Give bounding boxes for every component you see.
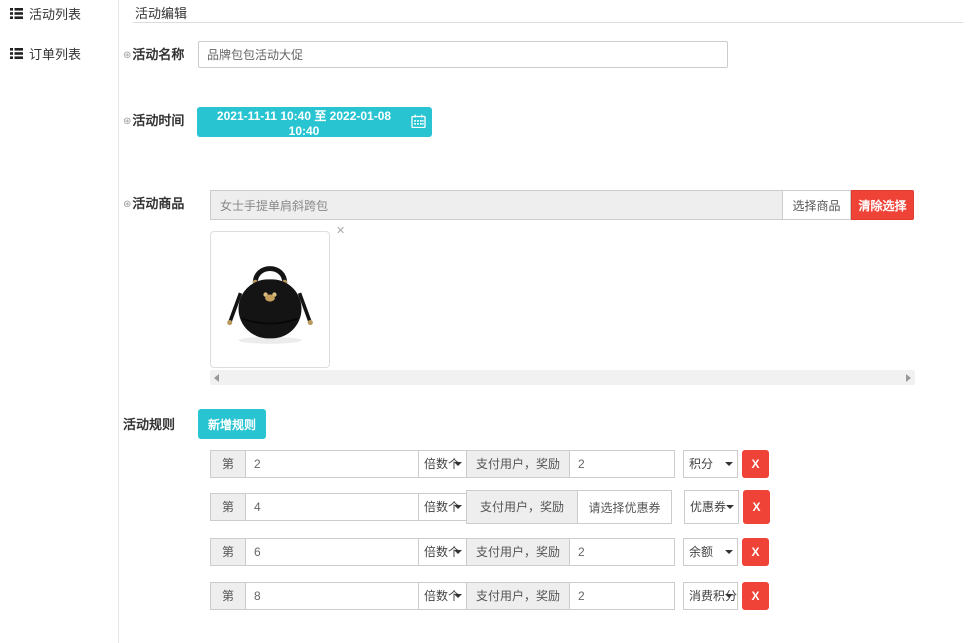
ordinal-prefix-label: 第 [210, 538, 246, 566]
rule-count-input[interactable] [245, 582, 419, 610]
caret-down-icon [454, 594, 462, 598]
reward-prefix-label: 支付用户，奖励 [466, 538, 570, 566]
activity-time-label: ⊛活动时间 [123, 110, 184, 129]
activity-time-range-button[interactable]: 2021-11-11 10:40 至 2022-01-08 10:40 [197, 107, 432, 137]
caret-down-icon [725, 550, 733, 554]
caret-down-icon [725, 594, 733, 598]
rule-row: 第 倍数个 支付用户，奖励 请选择优惠券 优惠券 X [210, 490, 770, 524]
ordinal-prefix-label: 第 [210, 493, 246, 521]
rule-unit-select[interactable]: 倍数个 [418, 450, 467, 478]
reward-prefix-label: 支付用户，奖励 [466, 490, 578, 524]
page: 活动列表 订单列表 活动编辑 ⊛活动名称 ⊛活动时间 2021-11-11 10… [0, 0, 970, 643]
rule-count-input[interactable] [245, 450, 419, 478]
clear-selection-button[interactable]: 清除选择 [851, 190, 914, 220]
tab-activity-edit[interactable]: 活动编辑 [135, 3, 187, 22]
time-range-text: 2021-11-11 10:40 至 2022-01-08 10:40 [203, 107, 405, 138]
activity-name-label: ⊛活动名称 [123, 44, 184, 63]
sidebar-item-label: 订单列表 [29, 44, 81, 63]
delete-rule-button[interactable]: X [743, 490, 770, 524]
scroll-left-icon[interactable] [214, 374, 219, 382]
rule-reward-input[interactable] [569, 450, 675, 478]
rule-reward-input[interactable] [569, 582, 675, 610]
sidebar-item-activity-list[interactable]: 活动列表 [10, 4, 81, 23]
reward-type-select[interactable]: 积分 [683, 450, 738, 478]
rule-count-input[interactable] [245, 538, 419, 566]
reward-prefix-label: 支付用户，奖励 [466, 582, 570, 610]
caret-down-icon [454, 550, 462, 554]
rule-count-input[interactable] [245, 493, 419, 521]
caret-down-icon [726, 505, 734, 509]
sidebar: 活动列表 订单列表 [0, 0, 119, 643]
list-icon [10, 48, 23, 59]
rule-row: 第 倍数个 支付用户，奖励 余额 X [210, 538, 769, 566]
caret-down-icon [454, 462, 462, 466]
reward-prefix-label: 支付用户，奖励 [466, 450, 570, 478]
reward-type-select[interactable]: 余额 [683, 538, 738, 566]
rule-unit-select[interactable]: 倍数个 [418, 493, 467, 521]
choose-product-button[interactable]: 选择商品 [782, 190, 851, 220]
scroll-right-icon[interactable] [906, 374, 911, 382]
delete-rule-button[interactable]: X [742, 538, 769, 566]
activity-name-input[interactable] [198, 41, 728, 68]
add-rule-button[interactable]: 新增规则 [198, 409, 266, 439]
product-input-group: 选择商品 清除选择 [210, 190, 914, 220]
calendar-icon [411, 114, 426, 131]
required-mark: ⊛ [123, 116, 131, 127]
ordinal-prefix-label: 第 [210, 450, 246, 478]
rule-reward-input[interactable] [569, 538, 675, 566]
thumbnail-scrollbar[interactable] [210, 370, 915, 385]
reward-type-select[interactable]: 消费积分 [683, 582, 738, 610]
remove-thumbnail-icon[interactable]: ✕ [336, 226, 345, 237]
handbag-image [211, 354, 329, 371]
caret-down-icon [454, 505, 462, 509]
list-icon [10, 8, 23, 19]
rule-row: 第 倍数个 支付用户，奖励 消费积分 X [210, 582, 769, 610]
ordinal-prefix-label: 第 [210, 582, 246, 610]
header-divider [133, 22, 963, 23]
delete-rule-button[interactable]: X [742, 450, 769, 478]
product-thumbnail [210, 231, 330, 368]
rule-unit-select[interactable]: 倍数个 [418, 538, 467, 566]
activity-product-label: ⊛活动商品 [123, 193, 184, 212]
coupon-picker-button[interactable]: 请选择优惠券 [577, 490, 672, 524]
activity-rules-label: 活动规则 [123, 414, 175, 433]
delete-rule-button[interactable]: X [742, 582, 769, 610]
required-mark: ⊛ [123, 199, 131, 210]
required-mark: ⊛ [123, 50, 131, 61]
sidebar-item-order-list[interactable]: 订单列表 [10, 44, 81, 63]
sidebar-item-label: 活动列表 [29, 4, 81, 23]
reward-type-select[interactable]: 优惠券 [684, 490, 739, 524]
caret-down-icon [725, 462, 733, 466]
product-name-input[interactable] [210, 190, 783, 220]
rule-unit-select[interactable]: 倍数个 [418, 582, 467, 610]
rule-row: 第 倍数个 支付用户，奖励 积分 X [210, 450, 769, 478]
